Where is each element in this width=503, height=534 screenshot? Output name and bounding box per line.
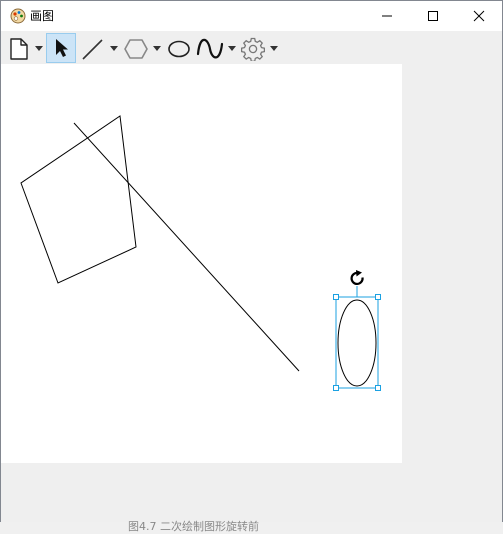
rotate-handle-icon[interactable] [350,270,364,286]
new-document-dropdown-icon[interactable] [35,46,43,52]
maximize-button[interactable] [410,1,456,31]
resize-handle[interactable] [333,385,339,391]
settings-dropdown-icon[interactable] [270,46,278,52]
close-button[interactable] [456,1,502,31]
minimize-button[interactable] [364,1,410,31]
ellipse-tool-icon[interactable] [167,39,191,59]
selection-box[interactable] [333,286,381,391]
line-dropdown-icon[interactable] [110,46,118,52]
figure-caption: 图4.7 二次绘制图形旋转前 [128,520,259,533]
drawn-line[interactable] [73,122,300,372]
palette-icon [10,8,26,24]
canvas-surface[interactable] [1,64,402,463]
drawn-ellipse[interactable] [337,299,377,387]
maximize-icon [428,11,438,21]
toolbar [1,32,502,64]
hexagon-dropdown-icon[interactable] [153,46,161,52]
new-document-icon[interactable] [8,37,30,61]
drawing-canvas[interactable] [1,64,402,463]
line-tool-icon[interactable] [81,37,105,61]
curve-dropdown-icon[interactable] [228,46,236,52]
curve-tool-icon[interactable] [196,36,224,62]
resize-handle[interactable] [375,294,381,300]
resize-handle[interactable] [375,385,381,391]
app-window: 画图 [0,0,503,533]
minimize-icon [382,15,392,17]
select-arrow-icon[interactable] [53,38,71,58]
window-title: 画图 [30,9,55,23]
resize-handle[interactable] [333,294,339,300]
title-bar[interactable]: 画图 [1,1,502,31]
drawn-pentagon[interactable] [20,115,137,284]
settings-gear-icon[interactable] [241,37,265,61]
close-icon [473,10,485,22]
hexagon-tool-icon[interactable] [124,38,148,60]
